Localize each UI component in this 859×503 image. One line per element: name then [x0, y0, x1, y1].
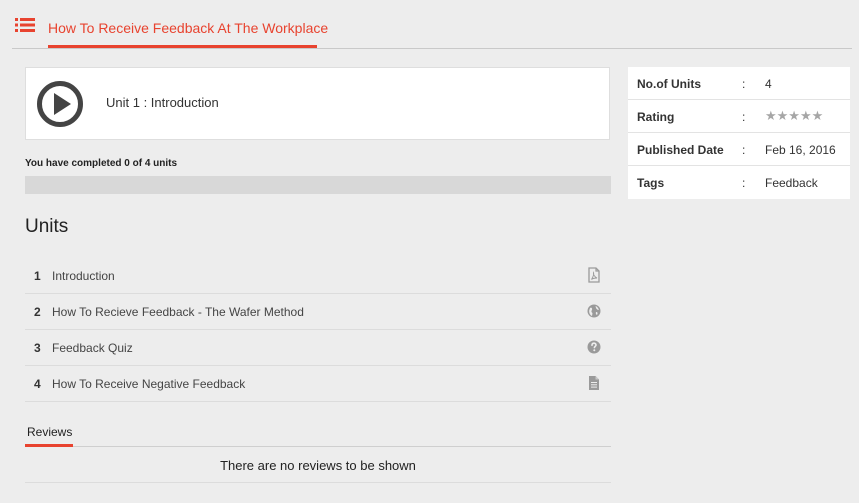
info-label: Published Date — [637, 143, 724, 157]
progress-bar — [25, 176, 611, 194]
progress-text: You have completed 0 of 4 units — [25, 158, 178, 169]
rating-stars: ★★★★★ — [765, 108, 824, 123]
info-label: Rating — [637, 110, 675, 124]
unit-number: 3 — [34, 341, 41, 355]
pdf-file-icon — [586, 267, 602, 283]
unit-name[interactable]: How To Recieve Feedback - The Wafer Meth… — [52, 305, 304, 319]
unit-number: 4 — [34, 377, 41, 391]
info-value: 4 — [765, 77, 772, 91]
course-title-tab[interactable]: How To Receive Feedback At The Workplace — [48, 20, 328, 36]
units-list: 1 Introduction 2 How To Recieve Feedback… — [25, 258, 611, 402]
info-label: Tags — [637, 176, 665, 190]
info-row-tags: Tags : Feedback — [628, 166, 850, 199]
unit-row[interactable]: 4 How To Receive Negative Feedback — [25, 366, 611, 402]
top-bar: How To Receive Feedback At The Workplace — [0, 0, 859, 50]
unit-row[interactable]: 2 How To Recieve Feedback - The Wafer Me… — [25, 294, 611, 330]
reviews-bottom-divider — [25, 482, 611, 483]
unit-row[interactable]: 3 Feedback Quiz — [25, 330, 611, 366]
no-reviews-message: There are no reviews to be shown — [220, 458, 416, 473]
play-circle-icon[interactable] — [36, 80, 84, 128]
unit-number: 1 — [34, 269, 41, 283]
active-tab-underline — [25, 444, 73, 447]
header-divider — [12, 48, 852, 49]
reviews-divider — [25, 446, 611, 447]
unit-name[interactable]: Feedback Quiz — [52, 341, 133, 355]
current-unit-card[interactable]: Unit 1 : Introduction — [25, 67, 610, 140]
info-row-rating: Rating : ★★★★★ — [628, 100, 850, 133]
units-heading: Units — [25, 216, 69, 237]
info-value: Feb 16, 2016 — [765, 143, 836, 157]
info-row-units: No.of Units : 4 — [628, 67, 850, 100]
globe-icon — [586, 303, 602, 319]
info-separator: : — [742, 176, 746, 190]
info-separator: : — [742, 143, 746, 157]
current-unit-title: Unit 1 : Introduction — [106, 95, 219, 110]
info-separator: : — [742, 110, 746, 124]
question-circle-icon — [586, 339, 602, 355]
info-row-published-date: Published Date : Feb 16, 2016 — [628, 133, 850, 166]
unit-name[interactable]: Introduction — [52, 269, 115, 283]
course-info-table: No.of Units : 4 Rating : ★★★★★ Published… — [628, 67, 850, 199]
document-icon — [586, 375, 602, 391]
tag-link[interactable]: Feedback — [765, 176, 818, 190]
unit-name[interactable]: How To Receive Negative Feedback — [52, 377, 245, 391]
info-separator: : — [742, 77, 746, 91]
tab-reviews[interactable]: Reviews — [25, 425, 74, 439]
list-icon[interactable] — [15, 18, 35, 32]
unit-row[interactable]: 1 Introduction — [25, 258, 611, 294]
info-label: No.of Units — [637, 77, 701, 91]
unit-number: 2 — [34, 305, 41, 319]
